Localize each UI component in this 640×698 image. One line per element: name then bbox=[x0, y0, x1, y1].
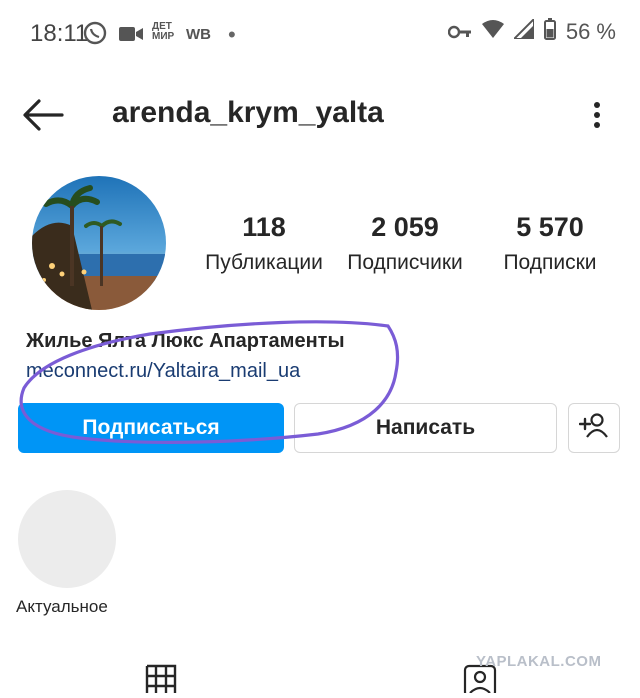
highlight-label: Актуальное bbox=[16, 597, 108, 616]
wifi-icon bbox=[481, 19, 504, 45]
message-button[interactable]: Написать bbox=[294, 403, 557, 453]
stat-posts-label: Публикации bbox=[205, 251, 323, 274]
battery-icon bbox=[543, 18, 556, 46]
battery-percent: 56 % bbox=[565, 19, 616, 44]
status-right: 56 % bbox=[447, 16, 616, 46]
back-arrow-icon[interactable] bbox=[22, 98, 64, 132]
key-icon bbox=[447, 19, 472, 45]
more-options-icon[interactable] bbox=[592, 98, 602, 132]
profile-avatar[interactable] bbox=[32, 176, 166, 310]
detmir-line2: МИР bbox=[152, 31, 175, 42]
notification-dot-icon: • bbox=[228, 22, 236, 47]
stat-following-count: 5 570 bbox=[516, 212, 584, 242]
viber-icon bbox=[82, 20, 108, 51]
highlight-circle[interactable] bbox=[18, 490, 116, 588]
add-person-icon bbox=[578, 412, 609, 444]
stat-followers-label: Подписчики bbox=[347, 251, 463, 274]
profile-username: arenda_krym_yalta bbox=[112, 96, 384, 129]
watermark: YAPLAKAL.COM bbox=[476, 653, 602, 670]
stat-followers-count: 2 059 bbox=[371, 212, 439, 242]
stat-following[interactable]: 5 570 Подписки bbox=[494, 212, 606, 275]
follow-button[interactable]: Подписаться bbox=[18, 403, 284, 453]
stat-followers[interactable]: 2 059 Подписчики bbox=[342, 212, 468, 275]
detmir-icon: ДЕТ МИР bbox=[152, 22, 174, 42]
stat-posts[interactable]: 118 Публикации bbox=[202, 212, 326, 275]
signal-icon bbox=[511, 16, 535, 45]
stat-following-label: Подписки bbox=[503, 251, 597, 274]
bio-link[interactable]: meconnect.ru/Yaltaira_mail_ua bbox=[26, 360, 300, 383]
status-time: 18:11 bbox=[30, 20, 89, 47]
video-camera-icon bbox=[118, 25, 144, 48]
status-bar: 18:11 ДЕТ МИР WB • 56 % bbox=[0, 0, 640, 70]
suggest-users-button[interactable] bbox=[568, 403, 620, 453]
bio-name: Жилье Ялта Люкс Апартаменты bbox=[26, 330, 345, 352]
wb-icon: WB bbox=[186, 26, 211, 43]
stat-posts-count: 118 bbox=[242, 212, 286, 242]
profile-header: arenda_krym_yalta bbox=[0, 80, 640, 150]
